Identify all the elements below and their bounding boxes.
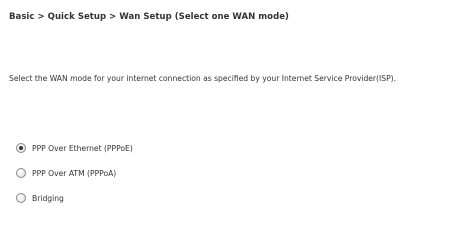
pppoe-radio[interactable] xyxy=(16,143,26,153)
wan-mode-option-bridging[interactable]: Bridging xyxy=(16,193,64,203)
breadcrumb: Basic > Quick Setup > Wan Setup (Select one … xyxy=(9,12,289,22)
wan-mode-option-pppoa[interactable]: PPP Over ATM (PPPoA) xyxy=(16,168,116,178)
wan-mode-option-pppoe[interactable]: PPP Over Ethernet (PPPoE) xyxy=(16,143,133,153)
breadcrumb-item-quick-setup[interactable]: Quick Setup xyxy=(48,12,106,22)
pppoe-label[interactable]: PPP Over Ethernet (PPPoE) xyxy=(32,144,133,153)
breadcrumb-item-basic[interactable]: Basic xyxy=(9,12,34,22)
pppoa-radio[interactable] xyxy=(16,168,26,178)
wan-mode-instruction: Select the WAN mode for your internet co… xyxy=(9,74,397,83)
breadcrumb-separator: > xyxy=(37,12,45,22)
pppoa-label[interactable]: PPP Over ATM (PPPoA) xyxy=(32,169,116,178)
bridging-label[interactable]: Bridging xyxy=(32,194,64,203)
breadcrumb-item-wan-setup: Wan Setup (Select one WAN mode) xyxy=(119,12,289,22)
breadcrumb-separator: > xyxy=(109,12,117,22)
bridging-radio[interactable] xyxy=(16,193,26,203)
